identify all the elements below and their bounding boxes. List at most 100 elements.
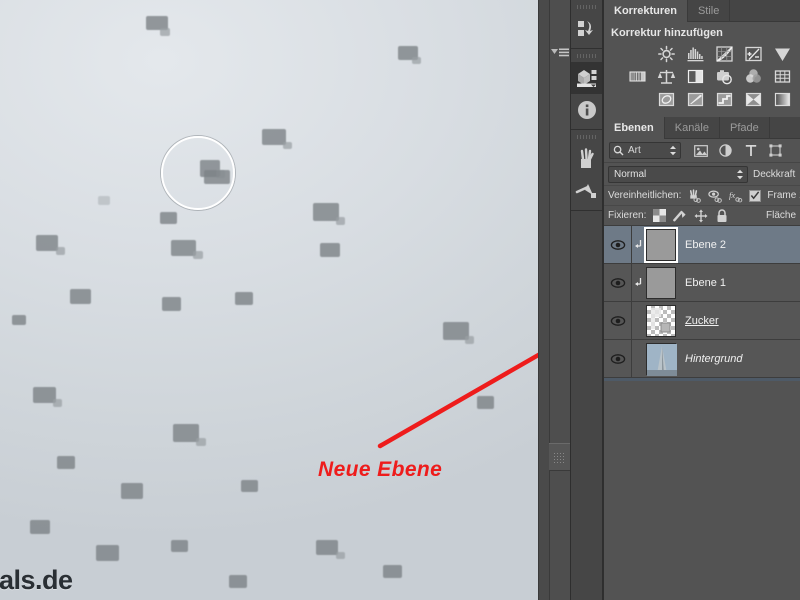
brush-presets-icon[interactable]: [571, 143, 602, 175]
table-row[interactable]: Ebene 2: [604, 225, 800, 264]
dock-group-3d: [571, 51, 602, 130]
clipping-arrow-icon: [635, 239, 642, 248]
eye-icon: [610, 239, 625, 250]
lock-row: Fixieren: Fläche: [604, 205, 800, 225]
unify-visibility-icon[interactable]: [708, 189, 723, 203]
eye-icon: [610, 353, 625, 364]
grip-dots: [553, 452, 566, 463]
annotation-label: Neue Ebene: [318, 458, 443, 481]
lock-all-icon[interactable]: [715, 208, 729, 223]
layer-filter-icons: [693, 143, 783, 158]
table-row[interactable]: Hintergrund: [604, 339, 800, 378]
unify-styles-icon[interactable]: fx: [729, 189, 743, 203]
levels-icon[interactable]: [685, 44, 705, 63]
panel-resize-grip[interactable]: [549, 443, 570, 471]
panel-splitter[interactable]: [538, 0, 570, 600]
exposure-icon[interactable]: [743, 44, 763, 63]
table-row[interactable]: Zucker: [604, 301, 800, 340]
dock-group-history: [571, 2, 602, 49]
lock-label: Fixieren:: [608, 210, 647, 221]
blend-mode-select[interactable]: Normal: [608, 165, 748, 183]
blend-mode-value: Normal: [614, 168, 647, 180]
tab-ebenen[interactable]: Ebenen: [604, 117, 665, 139]
type-layer-filter-icon[interactable]: [743, 143, 758, 158]
layers-panel: Ebenen Kanäle Pfade Art Normal Deckkraft…: [604, 117, 800, 381]
info-icon[interactable]: [571, 94, 602, 126]
layer-thumbnail[interactable]: [646, 304, 676, 337]
tab-korrekturen[interactable]: Korrekturen: [604, 0, 688, 22]
tool-presets-icon[interactable]: [571, 175, 602, 207]
icon-dock: [570, 0, 603, 600]
dock-group-brushes: [571, 132, 602, 211]
layer-visibility-toggle[interactable]: [604, 263, 632, 302]
posterize-icon[interactable]: [685, 90, 705, 109]
lock-position-icon[interactable]: [694, 209, 708, 223]
lock-transparency-icon[interactable]: [652, 209, 666, 223]
layers-tab-bar: Ebenen Kanäle Pfade: [604, 117, 800, 139]
right-panel-stack: Korrekturen Stile Korrektur hinzufügen E…: [603, 0, 800, 600]
gradient-map-icon[interactable]: [772, 90, 792, 109]
unify-position-icon[interactable]: [687, 188, 702, 203]
brightness-contrast-icon[interactable]: [656, 44, 676, 63]
svg-text:fx: fx: [729, 189, 735, 199]
tab-bar-filler: [770, 117, 800, 139]
lock-icons: [652, 208, 729, 223]
hue-saturation-icon[interactable]: [627, 67, 647, 86]
updown-arrows-icon: [737, 169, 743, 179]
history-snapshot-icon[interactable]: [571, 13, 602, 45]
tab-stile[interactable]: Stile: [688, 0, 731, 22]
adjustments-tab-bar: Korrekturen Stile: [604, 0, 800, 22]
3d-object-icon[interactable]: [571, 62, 602, 94]
unify-checkbox[interactable]: [749, 189, 762, 202]
collapse-panels-icon[interactable]: [550, 44, 570, 60]
layer-visibility-toggle[interactable]: [604, 339, 632, 378]
vibrance-icon[interactable]: [772, 44, 792, 63]
site-watermark: ials.de: [0, 565, 73, 595]
dock-grip[interactable]: [577, 2, 596, 11]
layer-list-tail: [604, 378, 800, 381]
image-canvas[interactable]: ials.de: [0, 0, 538, 600]
layer-name: Hintergrund: [685, 352, 743, 365]
checkmark-icon: [751, 191, 760, 200]
layer-name: Ebene 2: [685, 238, 726, 251]
layer-visibility-toggle[interactable]: [604, 301, 632, 340]
adjustments-heading: Korrektur hinzufügen: [611, 27, 723, 39]
updown-arrows-icon: [670, 145, 676, 156]
adjustments-panel-body: Korrektur hinzufügen: [604, 22, 800, 117]
clipping-arrow-icon: [635, 277, 642, 286]
layer-visibility-toggle[interactable]: [604, 225, 632, 264]
fill-label: Fläche: [765, 210, 796, 221]
color-balance-icon[interactable]: [656, 67, 676, 86]
pixel-layer-filter-icon[interactable]: [693, 143, 708, 158]
tab-kanaele[interactable]: Kanäle: [665, 117, 720, 139]
black-white-icon[interactable]: [685, 67, 705, 86]
tab-pfade[interactable]: Pfade: [720, 117, 770, 139]
adjustments-row-2: [604, 67, 800, 90]
unify-row: Vereinheitlichen: fx Frame: [604, 185, 800, 205]
shape-layer-filter-icon[interactable]: [768, 143, 783, 158]
layer-thumbnail[interactable]: [646, 266, 676, 299]
lock-image-icon[interactable]: [673, 209, 687, 223]
photo-filter-icon[interactable]: [714, 67, 734, 86]
curves-icon[interactable]: [714, 44, 734, 63]
layer-thumbnail[interactable]: [646, 342, 677, 376]
photoshop-window: ials.de Neue Ebene Korrekturen Stile Kor…: [0, 0, 800, 600]
table-row[interactable]: Ebene 1: [604, 263, 800, 302]
layer-thumbnail[interactable]: [644, 226, 678, 263]
layer-filter-type-select[interactable]: Art: [609, 142, 681, 159]
selective-color-icon[interactable]: [743, 90, 763, 109]
unify-icons: fx: [687, 188, 743, 203]
clipping-mask-indicator: [632, 239, 646, 251]
channel-mixer-icon[interactable]: [743, 67, 763, 86]
eye-icon: [610, 315, 625, 326]
unify-checkbox-label: Frame 1: [767, 190, 800, 201]
adjustment-layer-filter-icon[interactable]: [718, 143, 733, 158]
invert-icon[interactable]: [656, 90, 676, 109]
adjustments-row-1: [604, 44, 800, 67]
dock-grip[interactable]: [577, 132, 596, 141]
layer-name: Zucker: [685, 314, 719, 327]
layer-filter-value: Art: [628, 145, 641, 156]
threshold-icon[interactable]: [714, 90, 734, 109]
color-lookup-icon[interactable]: [772, 67, 792, 86]
dock-grip[interactable]: [577, 51, 596, 60]
